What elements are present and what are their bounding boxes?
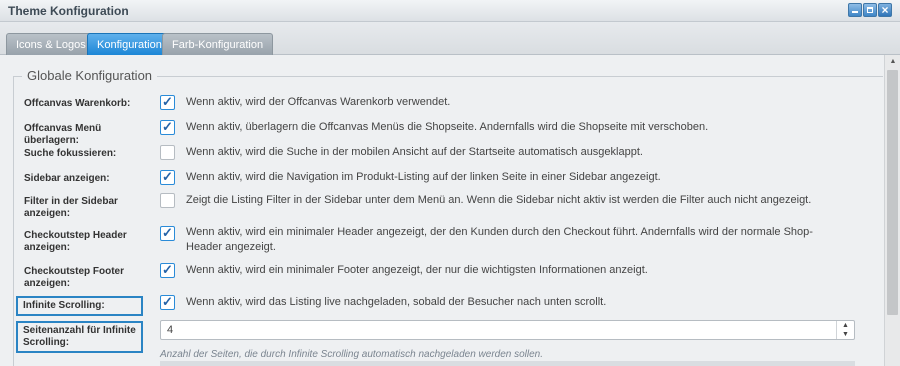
window-controls: × bbox=[848, 3, 892, 17]
checkmark-icon: ✓ bbox=[162, 294, 173, 309]
setting-label-pages-count: Seitenanzahl für Infinite Scrolling: bbox=[16, 321, 143, 353]
setting-desc-infinite-scrolling: Wenn aktiv, wird das Listing live nachge… bbox=[186, 296, 607, 308]
scroll-up-arrow-icon[interactable]: ▲ bbox=[885, 55, 900, 69]
checkmark-icon: ✓ bbox=[162, 119, 173, 134]
checkbox-sidebar[interactable]: ✓ bbox=[160, 169, 175, 185]
tab-konfiguration[interactable]: Konfiguration bbox=[87, 33, 172, 55]
next-field-edge bbox=[160, 361, 855, 366]
pages-count-value[interactable]: 4 bbox=[167, 324, 173, 336]
window-title: Theme Konfiguration bbox=[8, 4, 129, 18]
setting-desc-sidebar-filter: Zeigt die Listing Filter in der Sidebar … bbox=[186, 194, 812, 206]
setting-desc-search-focus: Wenn aktiv, wird die Suche in der mobile… bbox=[186, 146, 643, 158]
tab-strip: Icons & Logos Konfiguration Farb-Konfigu… bbox=[0, 22, 900, 55]
setting-label-offcanvas-menu: Offcanvas Menü überlagern: bbox=[24, 123, 102, 146]
window-titlebar: Theme Konfiguration × bbox=[0, 0, 900, 22]
maximize-button[interactable] bbox=[863, 3, 877, 17]
checkbox-offcanvas-menu[interactable]: ✓ bbox=[160, 119, 175, 135]
pages-count-input[interactable]: 4 ▲ ▼ bbox=[160, 320, 855, 340]
setting-desc-checkout-header: Wenn aktiv, wird ein minimaler Header an… bbox=[186, 226, 813, 253]
tab-farb-konfiguration[interactable]: Farb-Konfiguration bbox=[162, 33, 274, 55]
checkmark-icon: ✓ bbox=[162, 225, 173, 240]
setting-desc-sidebar: Wenn aktiv, wird die Navigation im Produ… bbox=[186, 171, 661, 183]
checkmark-icon: ✓ bbox=[162, 169, 173, 184]
setting-desc-offcanvas-cart: Wenn aktiv, wird der Offcanvas Warenkorb… bbox=[186, 96, 451, 108]
setting-label-search-focus: Suche fokussieren: bbox=[24, 148, 117, 159]
fieldset-legend: Globale Konfiguration bbox=[22, 68, 158, 83]
close-icon: × bbox=[881, 3, 889, 17]
spin-down-icon[interactable]: ▼ bbox=[837, 330, 854, 339]
minimize-button[interactable] bbox=[848, 3, 862, 17]
checkbox-checkout-header[interactable]: ✓ bbox=[160, 225, 175, 241]
scrollbar-thumb[interactable] bbox=[887, 70, 898, 315]
checkmark-icon: ✓ bbox=[162, 262, 173, 277]
pages-count-spinner[interactable]: ▲ ▼ bbox=[836, 321, 854, 339]
checkbox-infinite-scrolling[interactable]: ✓ bbox=[160, 294, 175, 310]
checkmark-icon: ✓ bbox=[162, 94, 173, 109]
setting-label-checkout-footer: Checkoutstep Footer anzeigen: bbox=[24, 266, 125, 289]
setting-label-sidebar-filter: Filter in der Sidebar anzeigen: bbox=[24, 196, 118, 219]
setting-label-sidebar: Sidebar anzeigen: bbox=[24, 173, 110, 184]
close-button[interactable]: × bbox=[878, 3, 892, 17]
setting-label-offcanvas-cart: Offcanvas Warenkorb: bbox=[24, 98, 131, 109]
checkbox-checkout-footer[interactable]: ✓ bbox=[160, 262, 175, 278]
maximize-icon bbox=[867, 7, 873, 13]
vertical-scrollbar[interactable]: ▲ bbox=[884, 55, 900, 366]
setting-label-infinite-scrolling: Infinite Scrolling: bbox=[16, 296, 143, 316]
checkbox-offcanvas-cart[interactable]: ✓ bbox=[160, 94, 175, 110]
tab-icons-logos[interactable]: Icons & Logos bbox=[6, 33, 96, 55]
spin-up-icon[interactable]: ▲ bbox=[837, 321, 854, 330]
minimize-icon bbox=[852, 11, 858, 13]
setting-desc-offcanvas-menu: Wenn aktiv, überlagern die Offcanvas Men… bbox=[186, 121, 709, 133]
pages-count-helper: Anzahl der Seiten, die durch Infinite Sc… bbox=[160, 349, 544, 360]
checkbox-search-focus[interactable] bbox=[160, 145, 175, 160]
setting-label-checkout-header: Checkoutstep Header anzeigen: bbox=[24, 230, 127, 253]
setting-desc-checkout-footer: Wenn aktiv, wird ein minimaler Footer an… bbox=[186, 264, 648, 276]
checkbox-sidebar-filter[interactable] bbox=[160, 193, 175, 208]
